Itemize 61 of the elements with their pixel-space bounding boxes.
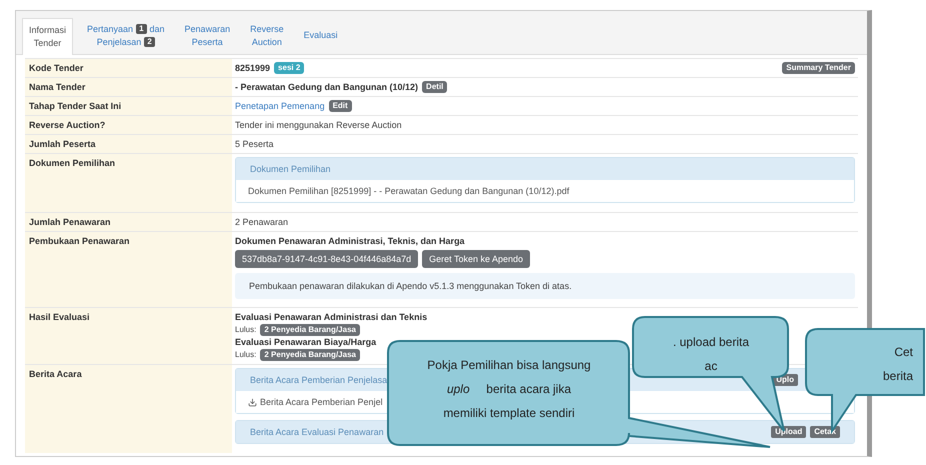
panel-heading: Berita Acara Pemberian Penjelasa bbox=[250, 374, 388, 386]
tab-label: Peserta bbox=[192, 36, 223, 48]
callout-text: . upload berita bbox=[672, 334, 750, 351]
badge: sesi 2 bbox=[274, 62, 304, 74]
callout-text: memiliki template sendiri bbox=[442, 405, 576, 422]
tab[interactable]: Reverse Auction bbox=[244, 17, 290, 54]
callout-text: berita bbox=[882, 368, 913, 385]
label-cell: Dokumen Pemilihan bbox=[25, 154, 232, 212]
label-cell: Tahap Tender Saat Ini bbox=[25, 97, 232, 115]
value-text: 2 Penawaran bbox=[235, 216, 288, 228]
value-text: Lulus: bbox=[235, 349, 256, 361]
value-text: Evaluasi Penawaran Administrasi dan Teknis bbox=[235, 311, 428, 323]
tab-label: Tender bbox=[34, 37, 62, 50]
value-text: Lulus: bbox=[235, 324, 256, 336]
label-cell: Nama Tender bbox=[25, 78, 232, 96]
info-note: Pembukaan penawaran dilakukan di Apendo v5.1.3 menggunakan Token di atas. bbox=[235, 273, 855, 299]
value-text: 5 Peserta bbox=[235, 138, 274, 150]
document-link[interactable]: Dokumen Pemilihan [8251999] - - Perawatan Gedung dan Bangunan (10/12).pdf bbox=[248, 185, 570, 197]
token-button[interactable]: Geret Token ke Apendo bbox=[422, 250, 530, 268]
tab[interactable]: Evaluasi bbox=[298, 17, 344, 54]
tab-label: Informasi bbox=[29, 24, 66, 37]
badge: 2 Penyedia Barang/Jasa bbox=[260, 348, 360, 360]
tab[interactable]: Pertanyaan 1 dan Penjelasan 2 bbox=[81, 17, 171, 54]
tab-badge: 1 bbox=[136, 24, 147, 34]
tab[interactable]: Penawaran Peserta bbox=[178, 17, 236, 54]
badge: Edit bbox=[328, 100, 352, 112]
label-cell: Hasil Evaluasi bbox=[25, 308, 232, 364]
label-cell: Kode Tender bbox=[25, 59, 232, 77]
value-text: - Perawatan Gedung dan Bangunan (10/12) bbox=[235, 81, 418, 93]
value-text: Dokumen Penawaran Administrasi, Teknis, dan Harga bbox=[235, 235, 465, 247]
panel-heading: Dokumen Pemilihan bbox=[250, 163, 331, 175]
value-text: 8251999 bbox=[235, 62, 270, 74]
token-button[interactable]: 537db8a7-9147-4c91-8e43-04f446a84a7d bbox=[235, 250, 418, 268]
value-text: Tender ini menggunakan Reverse Auction bbox=[235, 119, 402, 131]
value-text: Evaluasi Penawaran Biaya/Harga bbox=[235, 336, 376, 348]
label-cell: Jumlah Peserta bbox=[25, 135, 232, 153]
tab[interactable]: Informasi Tender bbox=[22, 18, 74, 55]
callout-text: ac bbox=[704, 358, 718, 375]
callout-text: Cet bbox=[893, 344, 913, 361]
callout-text: uplo berita acara jika bbox=[446, 381, 572, 398]
badge: 2 Penyedia Barang/Jasa bbox=[260, 324, 360, 336]
document-link[interactable]: Berita Acara Pemberian Penjel bbox=[260, 396, 383, 408]
tab-label: Evaluasi bbox=[304, 29, 338, 42]
label-cell: Berita Acara bbox=[25, 365, 232, 453]
tab-label: Auction bbox=[252, 36, 282, 48]
tab-label: Penjelasan bbox=[96, 36, 142, 48]
tab-label: Penawaran bbox=[184, 22, 230, 36]
summary-button[interactable]: Summary Tender bbox=[782, 62, 855, 74]
tab-label: dan bbox=[150, 22, 165, 36]
badge: Detil bbox=[422, 81, 448, 93]
label-cell: Reverse Auction? bbox=[25, 116, 232, 134]
label-cell: Pembukaan Penawaran bbox=[25, 232, 232, 307]
action-button[interactable]: Upload bbox=[771, 426, 806, 438]
tab-label: Reverse bbox=[250, 22, 284, 36]
tab-badge: 2 bbox=[144, 37, 155, 47]
stage-link[interactable]: Penetapan Pemenang bbox=[235, 100, 325, 112]
tab-label: Pertanyaan bbox=[87, 22, 134, 36]
label-cell: Jumlah Penawaran bbox=[25, 213, 232, 231]
panel-heading: Berita Acara Evaluasi Penawaran bbox=[250, 426, 384, 438]
callout-text: Pokja Pemilihan bisa langsung bbox=[426, 357, 592, 374]
download-icon bbox=[248, 398, 257, 406]
